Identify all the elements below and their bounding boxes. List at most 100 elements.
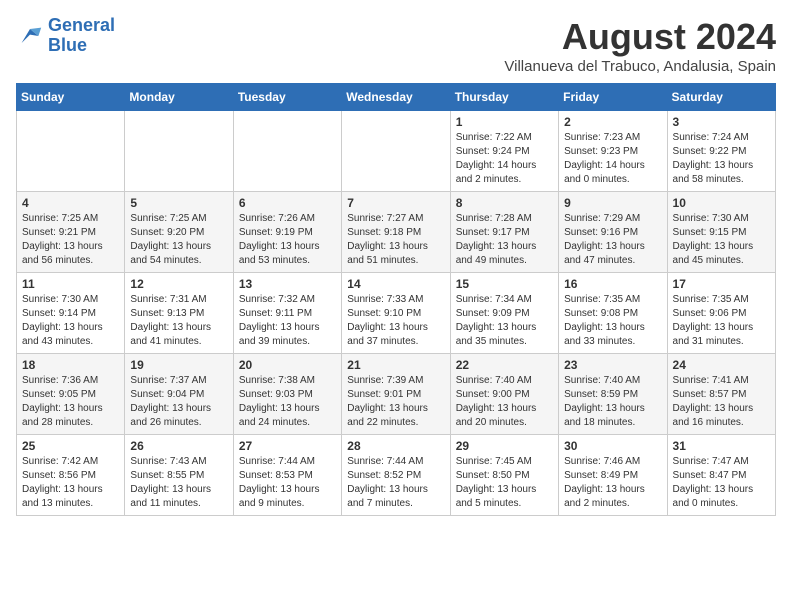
day-number: 3 [673, 115, 770, 129]
day-number: 20 [239, 358, 336, 372]
logo-general: General [48, 15, 115, 35]
logo-icon [16, 22, 44, 50]
calendar-cell [342, 111, 450, 192]
calendar-cell: 5 Sunrise: 7:25 AM Sunset: 9:20 PM Daylig… [125, 192, 233, 273]
day-info: Sunrise: 7:33 AM Sunset: 9:10 PM Dayligh… [347, 293, 444, 349]
header: General Blue August 2024 Villanueva del … [16, 16, 776, 75]
calendar-table: Sunday Monday Tuesday Wednesday Thursday… [16, 83, 776, 516]
col-sunday: Sunday [17, 84, 125, 111]
location-subtitle: Villanueva del Trabuco, Andalusia, Spain [504, 58, 776, 75]
day-info: Sunrise: 7:40 AM Sunset: 9:00 PM Dayligh… [456, 374, 553, 430]
day-number: 14 [347, 277, 444, 291]
day-number: 12 [130, 277, 227, 291]
day-info: Sunrise: 7:29 AM Sunset: 9:16 PM Dayligh… [564, 212, 661, 268]
day-info: Sunrise: 7:25 AM Sunset: 9:20 PM Dayligh… [130, 212, 227, 268]
day-number: 22 [456, 358, 553, 372]
day-info: Sunrise: 7:30 AM Sunset: 9:14 PM Dayligh… [22, 293, 119, 349]
day-number: 25 [22, 439, 119, 453]
day-info: Sunrise: 7:34 AM Sunset: 9:09 PM Dayligh… [456, 293, 553, 349]
calendar-cell: 14 Sunrise: 7:33 AM Sunset: 9:10 PM Dayli… [342, 273, 450, 354]
day-info: Sunrise: 7:44 AM Sunset: 8:53 PM Dayligh… [239, 455, 336, 511]
day-number: 11 [22, 277, 119, 291]
calendar-cell: 29Sunrise: 7:45 AM Sunset: 8:50 PM Dayli… [450, 435, 558, 516]
day-number: 31 [673, 439, 770, 453]
calendar-cell [125, 111, 233, 192]
day-info: Sunrise: 7:38 AM Sunset: 9:03 PM Dayligh… [239, 374, 336, 430]
calendar-cell: 9 Sunrise: 7:29 AM Sunset: 9:16 PM Daylig… [559, 192, 667, 273]
calendar-cell: 4Sunrise: 7:25 AM Sunset: 9:21 PM Daylig… [17, 192, 125, 273]
day-number: 23 [564, 358, 661, 372]
calendar-cell: 6Sunrise: 7:26 AM Sunset: 9:19 PM Daylig… [233, 192, 341, 273]
calendar-cell: 12 Sunrise: 7:31 AM Sunset: 9:13 PM Dayli… [125, 273, 233, 354]
calendar-cell: 20 Sunrise: 7:38 AM Sunset: 9:03 PM Dayli… [233, 354, 341, 435]
day-number: 28 [347, 439, 444, 453]
col-saturday: Saturday [667, 84, 775, 111]
col-friday: Friday [559, 84, 667, 111]
col-tuesday: Tuesday [233, 84, 341, 111]
header-row: Sunday Monday Tuesday Wednesday Thursday… [17, 84, 776, 111]
calendar-week-3: 11 Sunrise: 7:30 AM Sunset: 9:14 PM Dayli… [17, 273, 776, 354]
day-info: Sunrise: 7:24 AM Sunset: 9:22 PM Dayligh… [673, 131, 770, 187]
day-info: Sunrise: 7:41 AM Sunset: 8:57 PM Dayligh… [673, 374, 770, 430]
day-info: Sunrise: 7:35 AM Sunset: 9:06 PM Dayligh… [673, 293, 770, 349]
calendar-cell: 27 Sunrise: 7:44 AM Sunset: 8:53 PM Dayli… [233, 435, 341, 516]
calendar-cell: 26 Sunrise: 7:43 AM Sunset: 8:55 PM Dayli… [125, 435, 233, 516]
day-number: 26 [130, 439, 227, 453]
day-info: Sunrise: 7:47 AM Sunset: 8:47 PM Dayligh… [673, 455, 770, 511]
calendar-cell: 22 Sunrise: 7:40 AM Sunset: 9:00 PM Dayli… [450, 354, 558, 435]
calendar-cell [17, 111, 125, 192]
logo-text: General Blue [48, 16, 115, 56]
day-info: Sunrise: 7:36 AM Sunset: 9:05 PM Dayligh… [22, 374, 119, 430]
day-number: 8 [456, 196, 553, 210]
calendar-cell: 16Sunrise: 7:35 AM Sunset: 9:08 PM Dayli… [559, 273, 667, 354]
calendar-cell: 8Sunrise: 7:28 AM Sunset: 9:17 PM Daylig… [450, 192, 558, 273]
calendar-cell [233, 111, 341, 192]
calendar-cell: 19 Sunrise: 7:37 AM Sunset: 9:04 PM Dayli… [125, 354, 233, 435]
day-info: Sunrise: 7:22 AM Sunset: 9:24 PM Dayligh… [456, 131, 553, 187]
day-number: 17 [673, 277, 770, 291]
calendar-cell: 30Sunrise: 7:46 AM Sunset: 8:49 PM Dayli… [559, 435, 667, 516]
day-info: Sunrise: 7:32 AM Sunset: 9:11 PM Dayligh… [239, 293, 336, 349]
day-number: 13 [239, 277, 336, 291]
day-info: Sunrise: 7:37 AM Sunset: 9:04 PM Dayligh… [130, 374, 227, 430]
day-number: 19 [130, 358, 227, 372]
day-info: Sunrise: 7:42 AM Sunset: 8:56 PM Dayligh… [22, 455, 119, 511]
calendar-cell: 23 Sunrise: 7:40 AM Sunset: 8:59 PM Dayli… [559, 354, 667, 435]
day-number: 6 [239, 196, 336, 210]
day-info: Sunrise: 7:25 AM Sunset: 9:21 PM Dayligh… [22, 212, 119, 268]
day-info: Sunrise: 7:46 AM Sunset: 8:49 PM Dayligh… [564, 455, 661, 511]
day-number: 16 [564, 277, 661, 291]
day-info: Sunrise: 7:23 AM Sunset: 9:23 PM Dayligh… [564, 131, 661, 187]
calendar-cell: 2Sunrise: 7:23 AM Sunset: 9:23 PM Daylig… [559, 111, 667, 192]
day-info: Sunrise: 7:43 AM Sunset: 8:55 PM Dayligh… [130, 455, 227, 511]
day-info: Sunrise: 7:39 AM Sunset: 9:01 PM Dayligh… [347, 374, 444, 430]
calendar-cell: 24 Sunrise: 7:41 AM Sunset: 8:57 PM Dayli… [667, 354, 775, 435]
day-number: 27 [239, 439, 336, 453]
day-info: Sunrise: 7:40 AM Sunset: 8:59 PM Dayligh… [564, 374, 661, 430]
day-number: 24 [673, 358, 770, 372]
month-year-title: August 2024 [504, 16, 776, 58]
day-number: 5 [130, 196, 227, 210]
logo-blue: Blue [48, 36, 115, 56]
col-wednesday: Wednesday [342, 84, 450, 111]
calendar-body: 1Sunrise: 7:22 AM Sunset: 9:24 PM Daylig… [17, 111, 776, 516]
calendar-week-1: 1Sunrise: 7:22 AM Sunset: 9:24 PM Daylig… [17, 111, 776, 192]
day-info: Sunrise: 7:27 AM Sunset: 9:18 PM Dayligh… [347, 212, 444, 268]
day-info: Sunrise: 7:31 AM Sunset: 9:13 PM Dayligh… [130, 293, 227, 349]
calendar-cell: 18Sunrise: 7:36 AM Sunset: 9:05 PM Dayli… [17, 354, 125, 435]
day-info: Sunrise: 7:44 AM Sunset: 8:52 PM Dayligh… [347, 455, 444, 511]
col-monday: Monday [125, 84, 233, 111]
calendar-header: Sunday Monday Tuesday Wednesday Thursday… [17, 84, 776, 111]
logo: General Blue [16, 16, 115, 56]
day-number: 9 [564, 196, 661, 210]
calendar-week-5: 25 Sunrise: 7:42 AM Sunset: 8:56 PM Dayli… [17, 435, 776, 516]
calendar-cell: 21Sunrise: 7:39 AM Sunset: 9:01 PM Dayli… [342, 354, 450, 435]
calendar-cell: 28 Sunrise: 7:44 AM Sunset: 8:52 PM Dayli… [342, 435, 450, 516]
calendar-cell: 1Sunrise: 7:22 AM Sunset: 9:24 PM Daylig… [450, 111, 558, 192]
day-number: 29 [456, 439, 553, 453]
day-number: 15 [456, 277, 553, 291]
calendar-cell: 13 Sunrise: 7:32 AM Sunset: 9:11 PM Dayli… [233, 273, 341, 354]
calendar-cell: 7Sunrise: 7:27 AM Sunset: 9:18 PM Daylig… [342, 192, 450, 273]
calendar-cell: 10Sunrise: 7:30 AM Sunset: 9:15 PM Dayli… [667, 192, 775, 273]
calendar-cell: 25 Sunrise: 7:42 AM Sunset: 8:56 PM Dayli… [17, 435, 125, 516]
